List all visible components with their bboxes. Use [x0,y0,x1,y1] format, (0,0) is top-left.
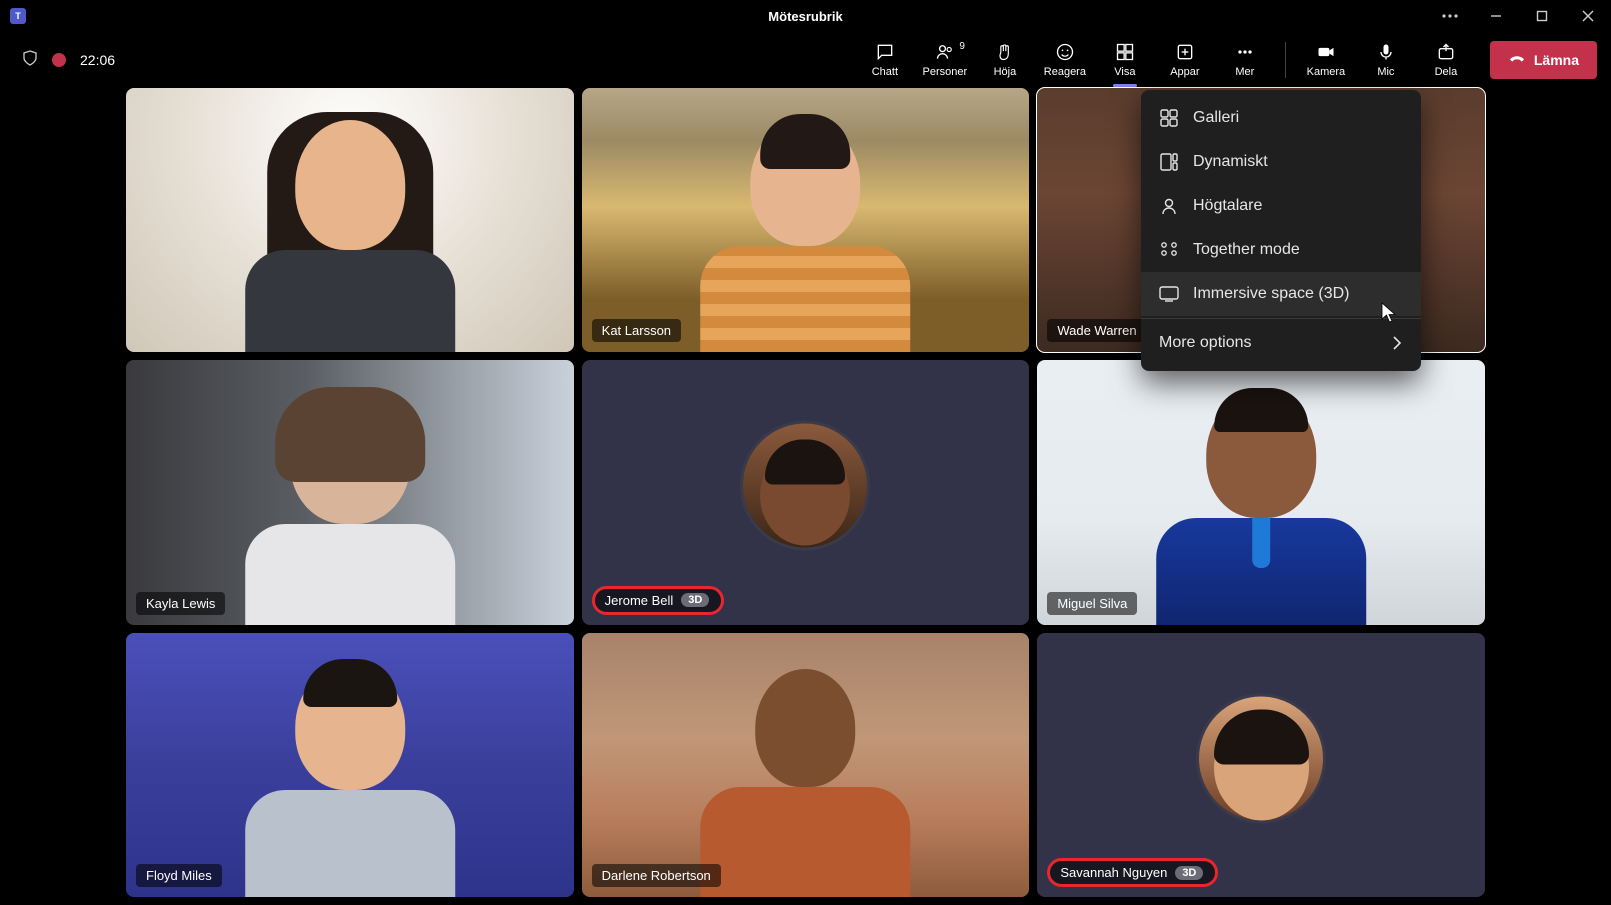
participant-nameplate: Darlene Robertson [592,864,721,887]
menu-item-label: Högtalare [1193,197,1262,215]
people-button[interactable]: 9 Personer [915,35,975,85]
participant-nameplate: Kayla Lewis [136,592,225,615]
people-count: 9 [959,41,965,52]
participant-nameplate-highlighted: Jerome Bell 3D [592,586,725,615]
participant-tile[interactable]: Savannah Nguyen 3D [1037,633,1485,897]
more-label: Mer [1235,66,1254,78]
participant-tile[interactable]: Kayla Lewis [126,360,574,624]
menu-item-speaker[interactable]: Högtalare [1141,184,1421,228]
grid-icon [1159,108,1179,128]
leave-button[interactable]: Lämna [1490,41,1597,79]
menu-item-label: Immersive space (3D) [1193,285,1349,303]
speaker-icon [1159,196,1179,216]
participant-name: Savannah Nguyen [1060,865,1167,880]
participant-tile[interactable]: Darlene Robertson [582,633,1030,897]
shield-icon [22,50,38,71]
react-button[interactable]: Reagera [1035,35,1095,85]
menu-item-gallery[interactable]: Galleri [1141,96,1421,140]
menu-item-together[interactable]: Together mode [1141,228,1421,272]
react-label: Reagera [1044,66,1086,78]
participant-name: Kayla Lewis [146,596,215,611]
menu-item-label: Dynamiskt [1193,153,1268,171]
avatar-figure [1122,392,1400,625]
chat-label: Chatt [872,66,898,78]
immersive-icon [1159,284,1179,304]
avatar-figure [211,392,489,625]
participant-tile[interactable]: Kat Larsson [582,88,1030,352]
camera-button[interactable]: Kamera [1296,35,1356,85]
participant-tile[interactable]: Miguel Silva [1037,360,1485,624]
menu-item-more-options[interactable]: More options [1141,321,1421,365]
participant-nameplate-highlighted: Savannah Nguyen 3D [1047,858,1218,887]
together-icon [1159,240,1179,260]
avatar-figure [211,120,489,353]
app-icon: T [10,8,26,24]
participant-name: Kat Larsson [602,323,671,338]
share-button[interactable]: Dela [1416,35,1476,85]
menu-item-immersive[interactable]: Immersive space (3D) [1141,272,1421,316]
menu-item-dynamic[interactable]: Dynamiskt [1141,140,1421,184]
participant-name: Floyd Miles [146,868,212,883]
more-button[interactable]: Mer [1215,35,1275,85]
dynamic-icon [1159,152,1179,172]
participant-name: Jerome Bell [605,593,674,608]
mic-label: Mic [1377,66,1394,78]
toolbar-divider [1285,42,1286,78]
recording-indicator [52,53,66,67]
avatar-figure [667,664,945,897]
maximize-icon[interactable] [1519,0,1565,32]
minimize-icon[interactable] [1473,0,1519,32]
menu-item-label: More options [1159,334,1252,352]
view-button[interactable]: Visa [1095,35,1155,85]
participant-name: Wade Warren [1057,323,1136,338]
participant-name: Miguel Silva [1057,596,1127,611]
close-icon[interactable] [1565,0,1611,32]
menu-item-label: Together mode [1193,241,1300,259]
view-label: Visa [1114,66,1135,78]
chevron-right-icon [1387,333,1407,353]
mouse-cursor [1381,302,1399,324]
avatar-circle [740,421,870,551]
meeting-toolbar: 22:06 Chatt 9 Personer Höja Reagera Visa… [0,32,1611,88]
raise-label: Höja [994,66,1017,78]
apps-button[interactable]: Appar [1155,35,1215,85]
participant-tile[interactable] [126,88,574,352]
participant-name: Darlene Robertson [602,868,711,883]
apps-label: Appar [1170,66,1199,78]
participant-nameplate: Wade Warren [1047,319,1146,342]
mic-button[interactable]: Mic [1356,35,1416,85]
chat-button[interactable]: Chatt [855,35,915,85]
avatar-figure [667,120,945,353]
menu-item-label: Galleri [1193,109,1239,127]
meeting-timer: 22:06 [80,52,115,68]
badge-3d: 3D [681,593,709,607]
menu-separator [1141,318,1421,319]
ellipsis-titlebar[interactable] [1427,0,1473,32]
view-menu: Galleri Dynamiskt Högtalare Together mod… [1141,90,1421,371]
leave-label: Lämna [1534,52,1579,68]
participant-nameplate: Miguel Silva [1047,592,1137,615]
meeting-title: Mötesrubrik [768,9,842,24]
participant-nameplate: Kat Larsson [592,319,681,342]
share-label: Dela [1435,66,1458,78]
participant-tile[interactable]: Floyd Miles [126,633,574,897]
avatar-figure [211,664,489,897]
badge-3d: 3D [1175,866,1203,880]
participant-nameplate: Floyd Miles [136,864,222,887]
avatar-circle [1196,693,1326,823]
raise-hand-button[interactable]: Höja [975,35,1035,85]
titlebar: T Mötesrubrik [0,0,1611,32]
people-label: Personer [923,66,968,78]
camera-label: Kamera [1307,66,1346,78]
participant-tile[interactable]: Jerome Bell 3D [582,360,1030,624]
